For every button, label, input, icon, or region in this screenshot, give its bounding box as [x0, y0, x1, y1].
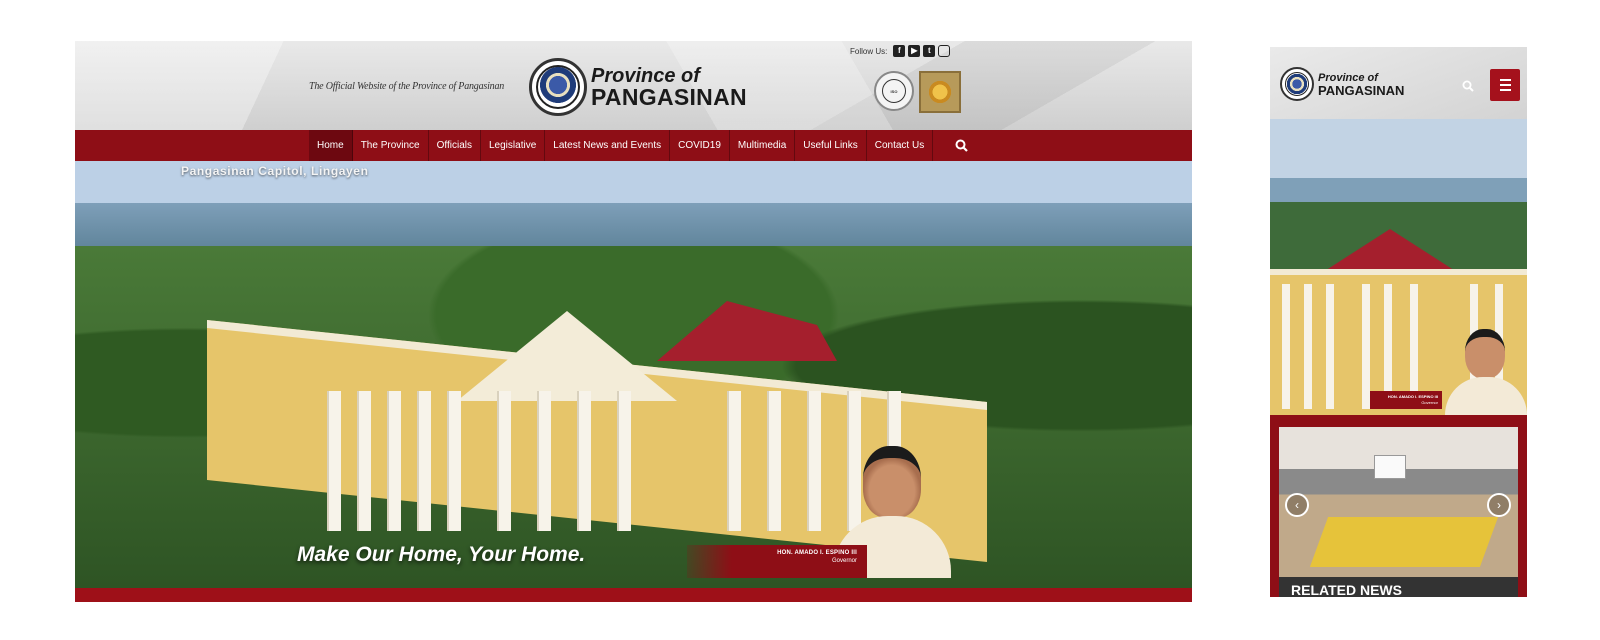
mobile-screenshot: Province of PANGASINAN HON. AMADO I. ESP… [1270, 47, 1527, 597]
provincial-seal-logo[interactable] [529, 58, 587, 116]
nav-latest-news[interactable]: Latest News and Events [545, 130, 671, 161]
provincial-seal-logo[interactable] [1280, 67, 1314, 101]
brand-line1: Province of [591, 65, 700, 87]
hero-bottom-band [75, 588, 1192, 602]
governor-name: HON. AMADO I. ESPINO III [777, 550, 857, 556]
nav-useful-links[interactable]: Useful Links [795, 130, 867, 161]
governor-photo [1445, 329, 1527, 415]
site-brand[interactable]: Province of PANGASINAN [591, 66, 747, 109]
hero-banner: Pangasinan Capitol, Lingayen HON. AMADO … [75, 161, 1192, 588]
follow-label: Follow Us: [850, 46, 888, 56]
facebook-icon[interactable]: f [893, 45, 906, 57]
hamburger-menu-icon[interactable] [1490, 69, 1520, 101]
governor-name: HON. AMADO I. ESPINO III [1387, 394, 1438, 399]
nav-home[interactable]: Home [309, 130, 353, 161]
site-tagline: The Official Website of the Province of … [309, 81, 505, 92]
hero-caption: Pangasinan Capitol, Lingayen [181, 164, 369, 178]
hero-sea [75, 203, 1192, 251]
nav-multimedia[interactable]: Multimedia [730, 130, 796, 161]
social-follow: Follow Us: f ▶ t [850, 45, 951, 57]
governor-title: Governor [831, 558, 857, 564]
nav-covid19[interactable]: COVID19 [670, 130, 730, 161]
nav-contact-us[interactable]: Contact Us [867, 130, 934, 161]
search-icon[interactable] [1462, 79, 1474, 97]
carousel-next-arrow-icon[interactable]: › [1487, 493, 1511, 517]
governor-title: Governor [1421, 400, 1438, 405]
hero-slogan: Make Our Home, Your Home. [297, 543, 586, 566]
brand-line2: PANGASINAN [591, 84, 747, 110]
desktop-screenshot: The Official Website of the Province of … [75, 41, 1192, 602]
news-carousel-image[interactable]: ‹ › [1279, 427, 1518, 577]
instagram-icon[interactable] [938, 45, 951, 57]
award-badge [919, 71, 961, 113]
search-icon[interactable] [933, 130, 968, 161]
carousel-prev-arrow-icon[interactable]: ‹ [1285, 493, 1309, 517]
mobile-header: Province of PANGASINAN [1270, 47, 1527, 119]
main-navigation: Home The Province Officials Legislative … [75, 130, 1192, 161]
site-header: The Official Website of the Province of … [75, 41, 1192, 130]
governor-nameplate: HON. AMADO I. ESPINO III Governor [1370, 391, 1442, 409]
nav-officials[interactable]: Officials [429, 130, 481, 161]
twitter-icon[interactable]: t [923, 45, 936, 57]
mobile-brand-line2: PANGASINAN [1318, 83, 1405, 98]
related-news-title: RELATED NEWS [1279, 577, 1518, 597]
governor-nameplate: HON. AMADO I. ESPINO III Governor [687, 545, 867, 578]
nav-the-province[interactable]: The Province [353, 130, 429, 161]
iso-certification-badge: ISO [874, 71, 914, 111]
youtube-icon[interactable]: ▶ [908, 45, 921, 57]
related-news-section: ‹ › RELATED NEWS [1270, 415, 1527, 597]
nav-legislative[interactable]: Legislative [481, 130, 546, 161]
mobile-hero-banner: HON. AMADO I. ESPINO III Governor [1270, 119, 1527, 415]
mobile-brand[interactable]: Province of PANGASINAN [1318, 73, 1405, 98]
